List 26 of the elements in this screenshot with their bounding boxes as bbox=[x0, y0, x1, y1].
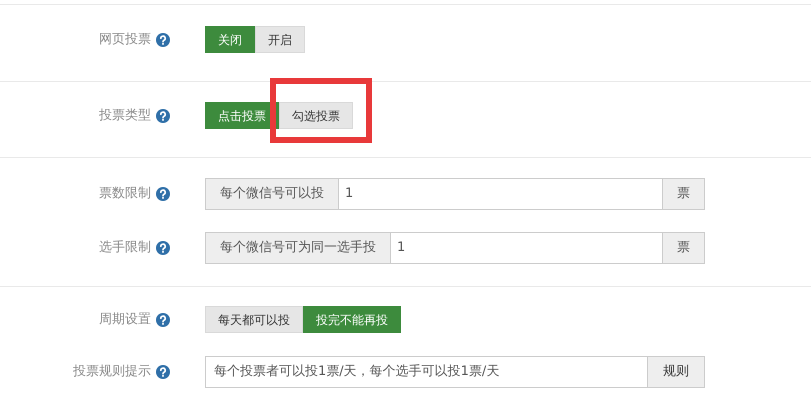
field-label: 票数限制 bbox=[99, 185, 151, 204]
input-prefix: 每个微信号可为同一选手投 bbox=[205, 232, 391, 264]
help-icon[interactable] bbox=[156, 108, 170, 122]
toggle-option[interactable]: 每天都可以投 bbox=[205, 306, 303, 333]
help-icon[interactable] bbox=[156, 365, 170, 379]
toggle-option[interactable]: 点击投票 bbox=[205, 102, 279, 129]
field-label: 网页投票 bbox=[99, 30, 151, 49]
toggle-option[interactable]: 勾选投票 bbox=[279, 102, 353, 129]
input-field[interactable]: 1 bbox=[339, 178, 662, 210]
field-label: 投票规则提示 bbox=[73, 363, 151, 382]
input-suffix: 票 bbox=[662, 232, 705, 264]
toggle-option[interactable]: 开启 bbox=[255, 26, 305, 53]
input-suffix: 票 bbox=[662, 178, 705, 210]
toggle-option[interactable]: 关闭 bbox=[205, 26, 255, 53]
input-prefix: 每个微信号可以投 bbox=[205, 178, 339, 210]
help-icon[interactable] bbox=[156, 312, 170, 326]
input-field[interactable]: 1 bbox=[391, 232, 662, 264]
rules-button[interactable]: 规则 bbox=[648, 356, 705, 388]
field-label: 投票类型 bbox=[99, 106, 151, 125]
help-icon[interactable] bbox=[156, 32, 170, 46]
field-label: 周期设置 bbox=[99, 310, 151, 329]
help-icon[interactable] bbox=[156, 241, 170, 255]
input-field[interactable]: 每个投票者可以投1票/天，每个选手可以投1票/天 bbox=[205, 356, 648, 388]
field-label: 选手限制 bbox=[99, 239, 151, 258]
toggle-option[interactable]: 投完不能再投 bbox=[303, 306, 401, 333]
help-icon[interactable] bbox=[156, 187, 170, 201]
